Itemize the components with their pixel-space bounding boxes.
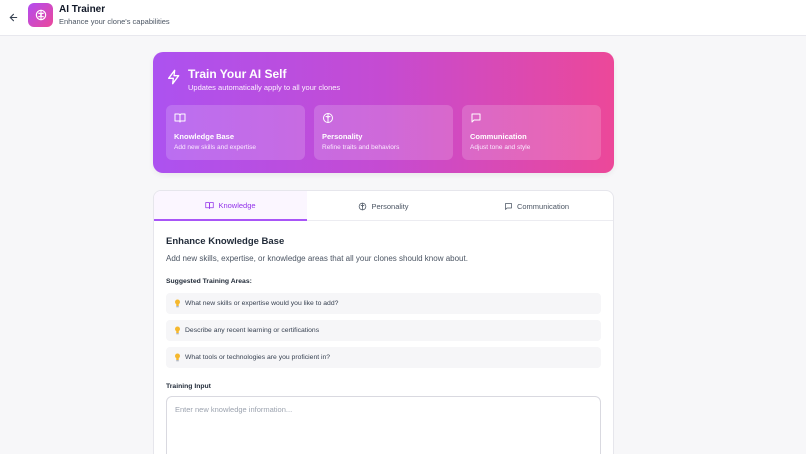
top-bar: AI Trainer Enhance your clone's capabili… bbox=[0, 0, 806, 36]
hero-title: Train Your AI Self bbox=[188, 67, 287, 81]
suggestion-item[interactable]: What tools or technologies are you profi… bbox=[166, 347, 601, 368]
tab-label: Personality bbox=[371, 201, 409, 211]
app-logo bbox=[28, 3, 53, 27]
tab-label: Knowledge bbox=[218, 200, 256, 210]
tab-communication[interactable]: Communication bbox=[460, 191, 613, 221]
tab-knowledge[interactable]: Knowledge bbox=[154, 191, 307, 221]
suggested-label: Suggested Training Areas: bbox=[166, 278, 252, 285]
app-subtitle: Enhance your clone's capabilities bbox=[59, 17, 170, 26]
card-title: Knowledge Base bbox=[174, 132, 235, 141]
lightbulb-icon bbox=[175, 299, 180, 308]
lightbulb-icon bbox=[175, 326, 180, 335]
card-communication[interactable]: Communication Adjust tone and style bbox=[462, 105, 601, 160]
suggestion-text: What tools or technologies are you profi… bbox=[185, 354, 331, 361]
section-description: Add new skills, expertise, or knowledge … bbox=[166, 254, 468, 263]
suggestion-item[interactable]: What new skills or expertise would you l… bbox=[166, 293, 601, 314]
brain-icon bbox=[359, 202, 367, 210]
chat-icon bbox=[471, 113, 481, 123]
card-title: Personality bbox=[322, 132, 363, 141]
training-panel: Knowledge Personality Communication Enha… bbox=[153, 190, 614, 454]
lightbulb-icon bbox=[175, 353, 180, 362]
card-description: Refine traits and behaviors bbox=[322, 144, 400, 151]
book-icon bbox=[205, 201, 215, 209]
back-button[interactable] bbox=[5, 9, 21, 25]
section-title: Enhance Knowledge Base bbox=[166, 236, 285, 247]
card-description: Add new skills and expertise bbox=[174, 144, 257, 151]
card-description: Adjust tone and style bbox=[470, 144, 531, 151]
suggestion-text: Describe any recent learning or certific… bbox=[185, 327, 320, 334]
app-title: AI Trainer bbox=[59, 4, 106, 15]
tab-bar: Knowledge Personality Communication bbox=[154, 191, 613, 221]
chat-icon bbox=[505, 202, 512, 210]
tab-label: Communication bbox=[516, 201, 570, 211]
suggestion-item[interactable]: Describe any recent learning or certific… bbox=[166, 320, 601, 341]
lightning-icon bbox=[168, 69, 180, 85]
training-input[interactable] bbox=[166, 396, 601, 454]
hero-subtitle: Updates automatically apply to all your … bbox=[188, 83, 341, 92]
suggestion-text: What new skills or expertise would you l… bbox=[185, 300, 339, 307]
training-input-label: Training Input bbox=[166, 383, 211, 390]
brain-icon bbox=[35, 9, 46, 21]
brain-icon bbox=[323, 113, 333, 123]
card-knowledge-base[interactable]: Knowledge Base Add new skills and expert… bbox=[166, 105, 305, 160]
card-title: Communication bbox=[470, 132, 527, 141]
arrow-left-icon bbox=[9, 13, 17, 21]
hero-banner: Train Your AI Self Updates automatically… bbox=[153, 52, 614, 173]
card-personality[interactable]: Personality Refine traits and behaviors bbox=[314, 105, 453, 160]
book-icon bbox=[174, 113, 186, 123]
tab-personality[interactable]: Personality bbox=[307, 191, 460, 221]
